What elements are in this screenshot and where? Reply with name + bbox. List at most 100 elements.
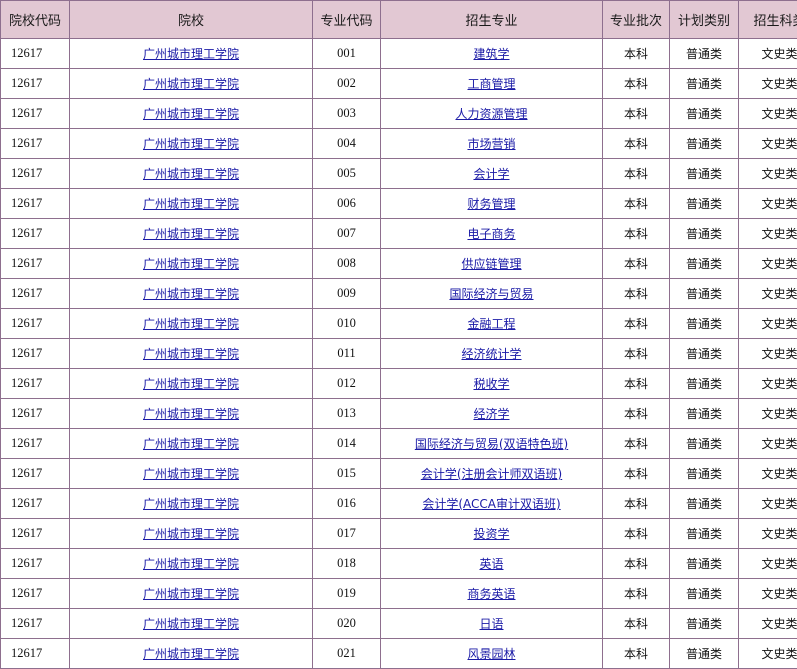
- header-batch: 专业批次: [602, 0, 670, 39]
- major-link[interactable]: 供应链管理: [461, 257, 521, 271]
- major-link[interactable]: 投资学: [473, 527, 509, 541]
- batch-cell: 本科: [602, 578, 670, 609]
- school-link[interactable]: 广州城市理工学院: [143, 197, 239, 211]
- major-link[interactable]: 国际经济与贸易: [449, 287, 533, 301]
- header-school: 院校: [69, 0, 313, 39]
- subject-cell: 文史类: [738, 218, 797, 249]
- subject-cell: 文史类: [738, 338, 797, 369]
- school-cell: 广州城市理工学院: [69, 518, 313, 549]
- table-row: 12617 广州城市理工学院 017 投资学 本科 普通类 文史类: [0, 518, 797, 549]
- major-cell: 经济学: [380, 398, 603, 429]
- school-code-cell: 12617: [0, 608, 70, 639]
- major-link[interactable]: 日语: [479, 617, 503, 631]
- batch-cell: 本科: [602, 128, 670, 159]
- school-code-cell: 12617: [0, 488, 70, 519]
- plan-type-cell: 普通类: [669, 608, 739, 639]
- major-link[interactable]: 金融工程: [467, 317, 515, 331]
- major-link[interactable]: 国际经济与贸易(双语特色班): [415, 437, 568, 451]
- major-code-cell: 012: [312, 368, 381, 399]
- school-link[interactable]: 广州城市理工学院: [143, 617, 239, 631]
- plan-type-cell: 普通类: [669, 68, 739, 99]
- school-link[interactable]: 广州城市理工学院: [143, 377, 239, 391]
- major-link[interactable]: 建筑学: [473, 47, 509, 61]
- major-code-cell: 019: [312, 578, 381, 609]
- school-cell: 广州城市理工学院: [69, 68, 313, 99]
- school-code-cell: 12617: [0, 428, 70, 459]
- plan-type-cell: 普通类: [669, 98, 739, 129]
- school-link[interactable]: 广州城市理工学院: [143, 587, 239, 601]
- major-link[interactable]: 税收学: [473, 377, 509, 391]
- major-link[interactable]: 经济统计学: [461, 347, 521, 361]
- subject-cell: 文史类: [738, 518, 797, 549]
- school-cell: 广州城市理工学院: [69, 428, 313, 459]
- major-link[interactable]: 工商管理: [467, 77, 515, 91]
- major-cell: 会计学(注册会计师双语班): [380, 458, 603, 489]
- major-link[interactable]: 经济学: [473, 407, 509, 421]
- school-link[interactable]: 广州城市理工学院: [143, 227, 239, 241]
- major-link[interactable]: 会计学(注册会计师双语班): [421, 467, 562, 481]
- school-code-cell: 12617: [0, 158, 70, 189]
- subject-cell: 文史类: [738, 98, 797, 129]
- school-link[interactable]: 广州城市理工学院: [143, 557, 239, 571]
- school-link[interactable]: 广州城市理工学院: [143, 407, 239, 421]
- school-cell: 广州城市理工学院: [69, 578, 313, 609]
- plan-type-cell: 普通类: [669, 158, 739, 189]
- major-code-cell: 015: [312, 458, 381, 489]
- school-link[interactable]: 广州城市理工学院: [143, 647, 239, 661]
- major-link[interactable]: 电子商务: [467, 227, 515, 241]
- header-plan-type: 计划类别: [669, 0, 739, 39]
- school-code-cell: 12617: [0, 68, 70, 99]
- major-code-cell: 008: [312, 248, 381, 279]
- major-code-cell: 006: [312, 188, 381, 219]
- plan-type-cell: 普通类: [669, 488, 739, 519]
- school-link[interactable]: 广州城市理工学院: [143, 257, 239, 271]
- school-cell: 广州城市理工学院: [69, 548, 313, 579]
- table-row: 12617 广州城市理工学院 002 工商管理 本科 普通类 文史类: [0, 68, 797, 99]
- subject-cell: 文史类: [738, 548, 797, 579]
- batch-cell: 本科: [602, 338, 670, 369]
- major-link[interactable]: 财务管理: [467, 197, 515, 211]
- plan-type-cell: 普通类: [669, 308, 739, 339]
- major-link[interactable]: 风景园林: [467, 647, 515, 661]
- batch-cell: 本科: [602, 188, 670, 219]
- major-cell: 工商管理: [380, 68, 603, 99]
- school-code-cell: 12617: [0, 218, 70, 249]
- school-link[interactable]: 广州城市理工学院: [143, 467, 239, 481]
- school-code-cell: 12617: [0, 278, 70, 309]
- school-link[interactable]: 广州城市理工学院: [143, 497, 239, 511]
- school-link[interactable]: 广州城市理工学院: [143, 107, 239, 121]
- subject-cell: 文史类: [738, 428, 797, 459]
- batch-cell: 本科: [602, 218, 670, 249]
- major-cell: 人力资源管理: [380, 98, 603, 129]
- school-link[interactable]: 广州城市理工学院: [143, 317, 239, 331]
- subject-cell: 文史类: [738, 638, 797, 669]
- school-link[interactable]: 广州城市理工学院: [143, 437, 239, 451]
- school-link[interactable]: 广州城市理工学院: [143, 77, 239, 91]
- major-link[interactable]: 商务英语: [467, 587, 515, 601]
- major-link[interactable]: 会计学(ACCA审计双语班): [422, 497, 560, 511]
- major-link[interactable]: 会计学: [473, 167, 509, 181]
- school-link[interactable]: 广州城市理工学院: [143, 527, 239, 541]
- batch-cell: 本科: [602, 158, 670, 189]
- plan-type-cell: 普通类: [669, 638, 739, 669]
- major-code-cell: 001: [312, 38, 381, 69]
- school-link[interactable]: 广州城市理工学院: [143, 137, 239, 151]
- major-link[interactable]: 人力资源管理: [455, 107, 527, 121]
- admissions-table: 院校代码 院校 专业代码 招生专业 专业批次 计划类别 招生科类 12617 广州…: [0, 0, 797, 669]
- school-cell: 广州城市理工学院: [69, 638, 313, 669]
- school-link[interactable]: 广州城市理工学院: [143, 47, 239, 61]
- major-link[interactable]: 市场营销: [467, 137, 515, 151]
- school-link[interactable]: 广州城市理工学院: [143, 287, 239, 301]
- school-code-cell: 12617: [0, 368, 70, 399]
- plan-type-cell: 普通类: [669, 518, 739, 549]
- major-code-cell: 017: [312, 518, 381, 549]
- major-link[interactable]: 英语: [479, 557, 503, 571]
- table-row: 12617 广州城市理工学院 001 建筑学 本科 普通类 文史类: [0, 38, 797, 69]
- school-link[interactable]: 广州城市理工学院: [143, 167, 239, 181]
- school-cell: 广州城市理工学院: [69, 488, 313, 519]
- plan-type-cell: 普通类: [669, 548, 739, 579]
- school-link[interactable]: 广州城市理工学院: [143, 347, 239, 361]
- batch-cell: 本科: [602, 278, 670, 309]
- major-code-cell: 005: [312, 158, 381, 189]
- plan-type-cell: 普通类: [669, 428, 739, 459]
